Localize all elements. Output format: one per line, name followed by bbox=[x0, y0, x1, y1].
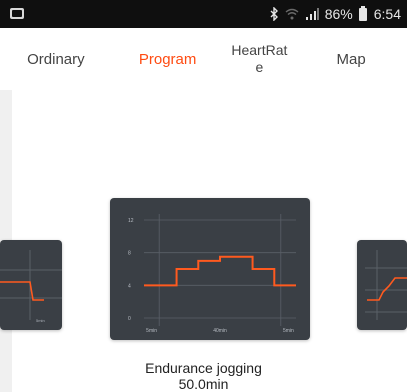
program-card-next[interactable] bbox=[357, 240, 407, 330]
signal-icon bbox=[305, 8, 319, 20]
tab-ordinary[interactable]: Ordinary bbox=[6, 51, 106, 68]
tab-bar: Ordinary Program HeartRate Map bbox=[0, 28, 407, 90]
program-name: Endurance jogging bbox=[145, 360, 262, 376]
program-chart: 12 8 4 0 5min 40min 5min bbox=[128, 214, 296, 334]
battery-icon bbox=[358, 5, 367, 21]
tab-program[interactable]: Program bbox=[118, 51, 218, 68]
tab-heartrate[interactable]: HeartRate bbox=[229, 42, 289, 76]
program-card-prev[interactable]: 5min bbox=[0, 240, 62, 330]
y-tick-label: 0 bbox=[128, 316, 131, 322]
status-right: 86% 6:54 bbox=[269, 4, 401, 24]
program-carousel[interactable]: 5min 12 8 4 0 5min 40min 5min Endurance joggi… bbox=[0, 90, 407, 392]
clock: 6:54 bbox=[373, 6, 401, 22]
battery-percent: 86% bbox=[324, 6, 353, 22]
svg-text:5min: 5min bbox=[36, 318, 45, 323]
program-curve bbox=[144, 255, 296, 287]
status-bar: 86% 6:54 bbox=[0, 0, 407, 28]
x-tick-label: 5min bbox=[283, 328, 294, 334]
tab-map[interactable]: Map bbox=[301, 51, 401, 68]
program-card-active[interactable]: 12 8 4 0 5min 40min 5min bbox=[110, 198, 310, 340]
y-tick-label: 8 bbox=[128, 251, 131, 257]
program-duration: 50.0min bbox=[178, 376, 229, 392]
x-tick-label: 5min bbox=[146, 328, 157, 334]
photo-icon bbox=[10, 8, 24, 19]
x-tick-label: 40min bbox=[213, 328, 227, 334]
y-tick-label: 4 bbox=[128, 283, 131, 289]
bluetooth-icon bbox=[269, 7, 279, 21]
wifi-icon bbox=[285, 8, 299, 20]
y-tick-label: 12 bbox=[128, 218, 134, 224]
